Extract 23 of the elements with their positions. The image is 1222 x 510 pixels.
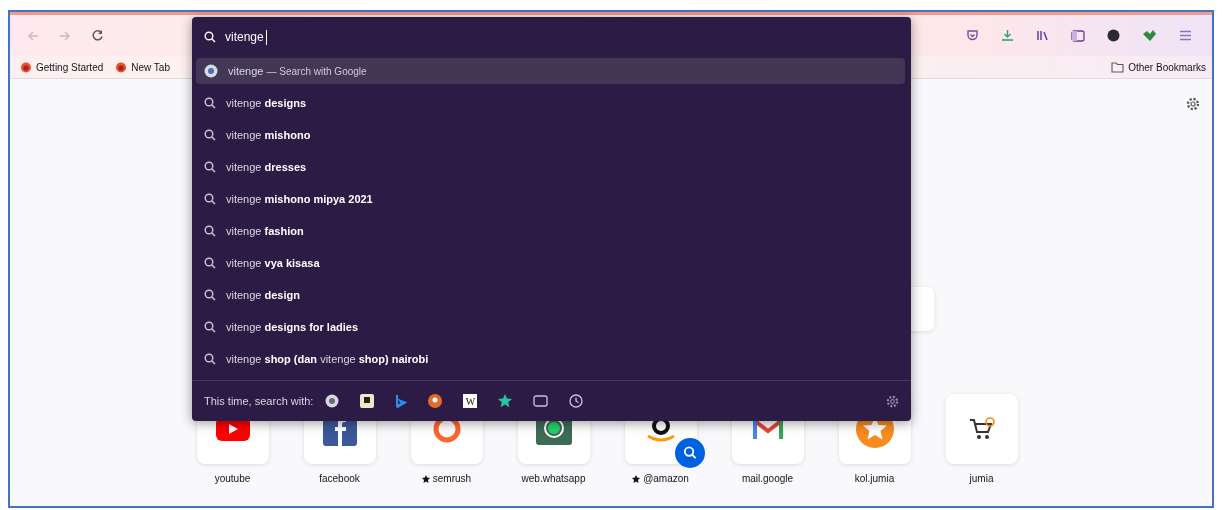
bookmark-item[interactable]: Getting Started	[20, 61, 104, 73]
search-suggestion[interactable]: vitenge fashion	[196, 218, 905, 244]
search-suggestion[interactable]: vitenge — Search with Google	[196, 58, 905, 84]
top-site-label: facebook	[319, 473, 360, 484]
top-site-label: youtube	[214, 473, 251, 484]
top-site-label: web.whatsapp	[521, 473, 586, 484]
search-suggestion[interactable]: vitenge dresses	[196, 154, 905, 180]
other-bookmarks-folder[interactable]: Other Bookmarks	[1111, 61, 1206, 73]
top-site-label: @amazon	[632, 473, 689, 484]
top-site-label: semrush	[421, 473, 472, 484]
wikipedia-engine-button[interactable]: W	[463, 394, 478, 408]
bookmark-item[interactable]: New Tab	[115, 61, 170, 73]
top-site-label: mail.google	[741, 473, 794, 484]
search-suggestion[interactable]: vitenge vya kisasa	[196, 250, 905, 276]
top-site-label: kol.jumia	[854, 473, 895, 484]
search-suggestion[interactable]: vitenge design	[196, 282, 905, 308]
search-suggestion[interactable]: vitenge mishono	[196, 122, 905, 148]
search-suggestion[interactable]: vitenge shop (dan vitenge shop) nairobi	[196, 346, 905, 372]
search-suggestion[interactable]: vitenge designs	[196, 90, 905, 116]
search-suggestion[interactable]: vitenge designs for ladies	[196, 314, 905, 340]
search-suggestion[interactable]: vitenge mishono mipya 2021	[196, 186, 905, 212]
top-site-label: jumia	[969, 473, 994, 484]
one-off-label: This time, search with:	[204, 395, 314, 407]
